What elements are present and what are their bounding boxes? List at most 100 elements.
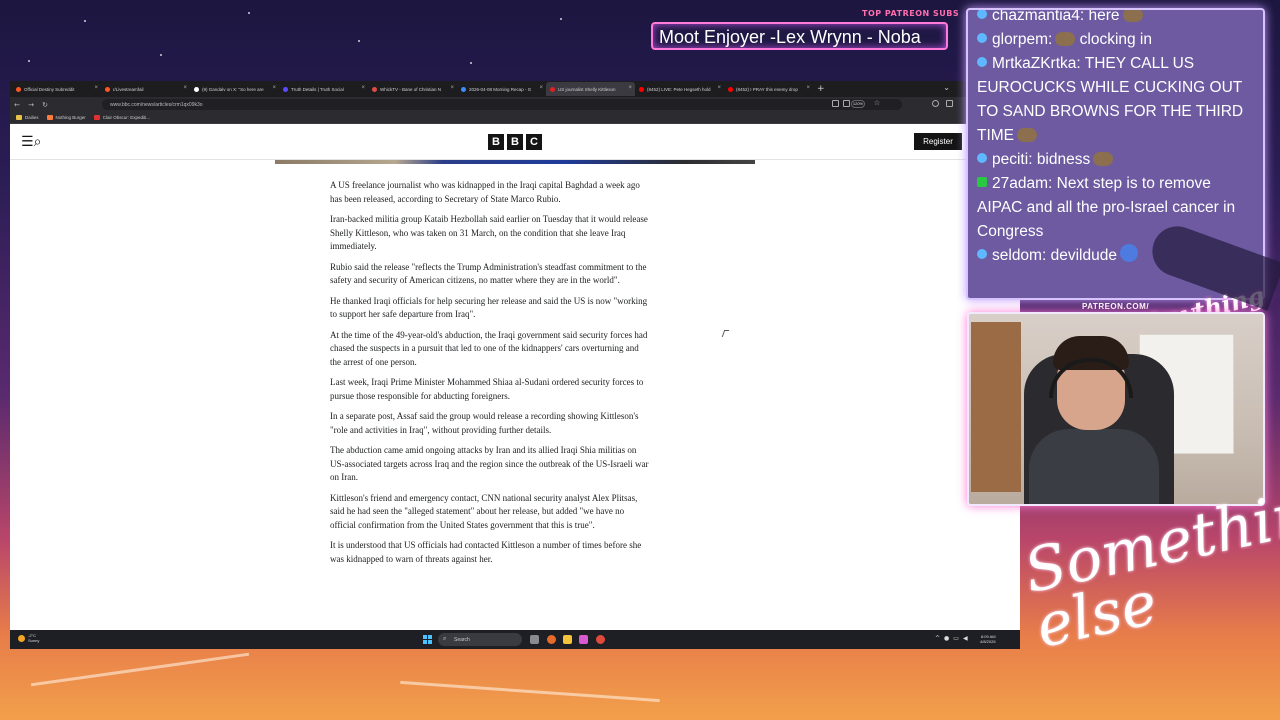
bookmark-item[interactable]: Clair Obscur: Expediti...	[93, 115, 150, 120]
patreon-ticker-text: Moot Enjoyer -Lex Wrynn - Noba	[659, 27, 921, 47]
browser-tab[interactable]: 2026-04-08 Morning Recap - G ×	[457, 82, 546, 96]
chat-badge-icon	[977, 249, 987, 259]
chat-message: glorpem: clocking in	[977, 28, 1257, 52]
close-tab-icon[interactable]: ×	[272, 85, 276, 91]
close-tab-icon[interactable]: ×	[539, 85, 543, 91]
app-icon[interactable]	[579, 635, 588, 644]
article-body: A US freelance journalist who was kidnap…	[330, 179, 650, 573]
chat-badge-icon	[977, 153, 987, 163]
tab-label: (8452) I PRAY this enemy drop	[736, 86, 798, 92]
tab-label: (8452) LIVE: Pete Hegseth hold	[647, 86, 711, 92]
picture-icon[interactable]	[843, 100, 850, 107]
bookmark-item[interactable]: Nothing Burger	[46, 115, 86, 120]
chat-username: peciti	[992, 151, 1029, 168]
extension-icon[interactable]	[932, 100, 939, 107]
webcam-feed	[967, 312, 1265, 506]
reload-icon[interactable]: ↻	[38, 101, 52, 109]
browser-tab[interactable]: Official Destiny Subreddit ×	[12, 82, 101, 96]
microphone-icon[interactable]: ●	[944, 635, 949, 642]
browser-tab[interactable]: (8452) LIVE: Pete Hegseth hold ×	[635, 82, 724, 96]
close-tab-icon[interactable]: ×	[806, 85, 810, 91]
taskbar-clock[interactable]: 8:09 AM 4/8/2026	[980, 634, 996, 644]
windows-start-icon[interactable]	[423, 635, 432, 644]
chat-username: seldom	[992, 247, 1042, 264]
emote-icon	[1017, 128, 1038, 142]
close-tab-icon[interactable]: ×	[361, 85, 365, 91]
task-view-icon[interactable]	[530, 635, 539, 644]
bookmark-item[interactable]: Dailies	[16, 115, 39, 120]
browser-tab[interactable]: r/Livestreamfail ×	[101, 82, 190, 96]
volume-icon[interactable]: ◀	[963, 635, 968, 642]
background-star	[248, 12, 250, 14]
article-paragraph: He thanked Iraqi officials for help secu…	[330, 295, 648, 320]
tab-strip: Official Destiny Subreddit × r/Livestream…	[10, 81, 1020, 97]
system-tray: ^ ● ▭ ◀	[935, 635, 968, 642]
back-icon[interactable]: ←	[10, 101, 24, 109]
chevron-down-icon[interactable]: ⌄	[943, 83, 950, 92]
article-paragraph: Last week, Iraqi Prime Minister Mohammed…	[330, 377, 644, 401]
browser-tab[interactable]: (9) Gandalv on X: "So here are ×	[190, 82, 279, 96]
patreon-heading: TOP PATREON SUBS	[862, 9, 960, 18]
zoom-level[interactable]: 120%	[851, 100, 865, 108]
bookmark-label: Nothing Burger	[55, 115, 86, 120]
network-icon[interactable]: ▭	[953, 635, 959, 642]
chat-message: chazmantia4: here	[977, 8, 1257, 28]
chrome-icon[interactable]	[596, 635, 605, 644]
emote-icon	[1122, 10, 1143, 22]
emote-icon	[1055, 32, 1076, 46]
taskbar-search[interactable]: ⌕ Search	[438, 633, 522, 646]
file-explorer-icon[interactable]	[563, 635, 572, 644]
tab-label: Truth Details | Truth Social	[291, 86, 344, 92]
url-input[interactable]: www.bbc.com/news/articles/crm1qx09k3o	[102, 99, 902, 110]
folder-icon	[16, 115, 22, 120]
bbc-logo[interactable]: B B C	[488, 134, 542, 150]
reader-icon[interactable]	[832, 100, 839, 107]
background-star	[84, 20, 86, 22]
browser-tab[interactable]: (8452) I PRAY this enemy drop ×	[724, 82, 813, 96]
logo-letter: B	[488, 134, 504, 150]
chevron-up-icon[interactable]: ^	[935, 635, 940, 642]
close-tab-icon[interactable]: ×	[94, 85, 98, 91]
patreon-ticker: Moot Enjoyer -Lex Wrynn - Noba	[651, 22, 948, 50]
tab-label: r/Livestreamfail	[113, 86, 144, 92]
close-tab-icon[interactable]: ×	[717, 85, 721, 91]
chat-text: here	[1088, 8, 1120, 24]
tab-favicon-icon	[372, 86, 377, 92]
close-tab-icon[interactable]: ×	[183, 85, 187, 91]
browser-window: Official Destiny Subreddit × r/Livestream…	[10, 81, 1020, 649]
tab-label: US journalist Shelly Kittleson	[558, 86, 616, 92]
taskbar: -2°C Sunny ⌕ Search ^ ● ▭ ◀ 8:09 AM 4/8/2…	[10, 630, 1020, 649]
chat-username: chazmantia4	[992, 8, 1080, 24]
browser-tab[interactable]: Truth Details | Truth Social ×	[279, 82, 368, 96]
background-star	[470, 62, 472, 64]
article-paragraph: It is understood that US officials had c…	[330, 540, 642, 564]
close-tab-icon[interactable]: ×	[450, 85, 454, 91]
menu-search-button[interactable]: ☰⌕	[21, 134, 41, 150]
tab-favicon-icon	[461, 86, 466, 92]
firefox-icon[interactable]	[547, 635, 556, 644]
patreon-url: PATREON.COM/	[1082, 302, 1150, 311]
star-icon[interactable]: ☆	[870, 99, 884, 107]
tab-label: (9) Gandalv on X: "So here are	[202, 86, 264, 92]
search-icon: ⌕	[443, 636, 447, 642]
chat-username: MrtkaZKrtka	[992, 55, 1077, 72]
close-tab-icon[interactable]: ×	[628, 85, 632, 91]
floor-crack	[30, 652, 250, 687]
floor-crack	[400, 680, 660, 703]
address-bar: ← → ↻ www.bbc.com/news/articles/crm1qx09…	[10, 97, 1020, 112]
weather-widget[interactable]: -2°C Sunny	[18, 633, 39, 643]
chat-badge-icon	[977, 10, 987, 19]
chat-message: MrtkaZKrtka: THEY CALL US EUROCUCKS WHIL…	[977, 55, 1244, 144]
bookmark-label: Dailies	[25, 115, 39, 120]
browser-tab-active[interactable]: US journalist Shelly Kittleson ×	[546, 82, 635, 96]
register-button[interactable]: Register	[914, 133, 962, 150]
browser-tab[interactable]: WhickTV - Bane of Christian N ×	[368, 82, 457, 96]
bbc-page: ☰⌕ B B C Register A US freelance journal…	[10, 124, 1020, 630]
tab-favicon-icon	[194, 86, 199, 92]
tab-label: 2026-04-08 Morning Recap - G	[469, 86, 532, 92]
tab-favicon-icon	[728, 86, 733, 92]
tab-favicon-icon	[550, 86, 555, 92]
puzzle-icon[interactable]	[946, 100, 953, 107]
new-tab-icon[interactable]: +	[817, 84, 825, 94]
forward-icon[interactable]: →	[24, 101, 38, 109]
